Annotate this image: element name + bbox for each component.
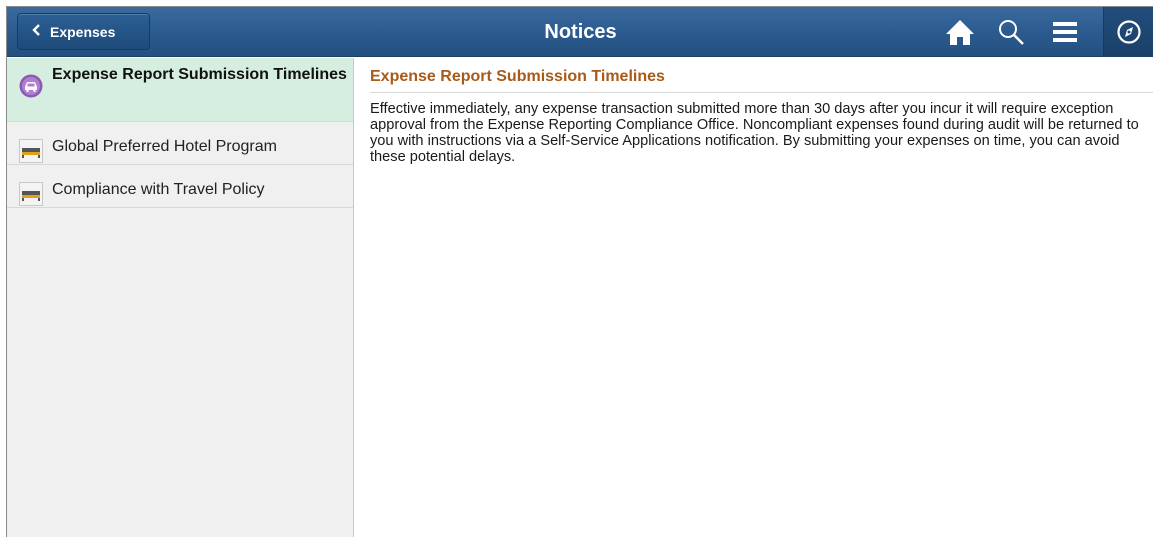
bed-icon xyxy=(19,182,43,206)
back-button-label: Expenses xyxy=(50,23,116,40)
search-icon[interactable] xyxy=(993,17,1029,47)
divider xyxy=(370,92,1153,93)
notice-list: Expense Report Submission Timelines Glob… xyxy=(7,58,354,537)
back-button[interactable]: Expenses xyxy=(17,13,150,50)
notice-item-expense-report[interactable]: Expense Report Submission Timelines xyxy=(7,58,353,122)
chevron-left-icon xyxy=(32,24,41,39)
notice-item-hotel-program[interactable]: Global Preferred Hotel Program xyxy=(7,122,353,165)
notice-item-label: Global Preferred Hotel Program xyxy=(52,138,277,155)
home-icon[interactable] xyxy=(940,17,980,47)
notice-detail-title: Expense Report Submission Timelines xyxy=(370,68,665,85)
menu-icon[interactable] xyxy=(1045,17,1085,47)
notice-detail: Expense Report Submission Timelines Effe… xyxy=(355,58,1153,537)
notice-detail-body: Effective immediately, any expense trans… xyxy=(370,101,1139,165)
car-icon xyxy=(19,74,43,98)
notice-item-label: Compliance with Travel Policy xyxy=(52,181,265,198)
header-banner: Expenses Notices xyxy=(7,7,1153,57)
bed-icon xyxy=(19,139,43,163)
app-frame: Expenses Notices Expense Report Submissi… xyxy=(6,6,1153,537)
notice-item-label: Expense Report Submission Timelines xyxy=(52,66,347,83)
navbar-compass-icon[interactable] xyxy=(1103,7,1153,57)
notice-item-travel-policy[interactable]: Compliance with Travel Policy xyxy=(7,165,353,208)
page-title: Notices xyxy=(544,21,617,43)
